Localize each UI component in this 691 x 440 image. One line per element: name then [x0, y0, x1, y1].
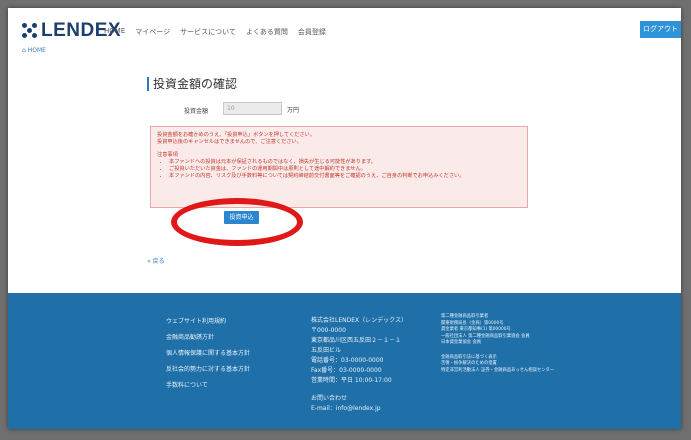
- footer-link-terms[interactable]: ウェブサイト利用規約: [166, 316, 250, 327]
- logout-button[interactable]: ログアウト: [640, 21, 681, 38]
- warning-alert: 投資金額をお確かめのうえ、「投資申込」ボタンを押してください。 投資申込後のキャ…: [150, 126, 528, 208]
- alert-notes-title: 注意事項: [157, 152, 178, 158]
- company-fax: Fax番号：03-0000-0000: [311, 367, 382, 374]
- amount-unit: 万円: [287, 107, 300, 114]
- contact-title: お問い合わせ: [311, 395, 348, 402]
- company-building: 五反田ビル: [311, 347, 342, 354]
- breadcrumb[interactable]: ⌂ HOME: [22, 47, 46, 54]
- alert-note: 本ファンドへの投資は元本が保証されるものではなく、損失が生じる可能性があります。: [169, 159, 521, 166]
- site-header: LENDEX HOME マイページ サービスについて よくある質問 会員登録 ロ…: [8, 8, 681, 50]
- company-postal: 〒000-0000: [311, 327, 346, 334]
- alert-note: ご投資いただいた資金は、ファンドの運用期間中は原則として途中解約できません。: [169, 166, 521, 173]
- footer-links: ウェブサイト利用規約 金融商品勧誘方針 個人情報保護に関する基本方針 反社会的勢…: [166, 316, 250, 396]
- contact-email[interactable]: E-mail：info@lendex.jp: [311, 404, 407, 414]
- breadcrumb-home[interactable]: HOME: [28, 47, 46, 54]
- nav-home[interactable]: HOME: [104, 27, 125, 37]
- alert-notes-list: 本ファンドへの投資は元本が保証されるものではなく、損失が生じる可能性があります。…: [157, 159, 521, 180]
- main-nav: HOME マイページ サービスについて よくある質問 会員登録: [104, 27, 326, 37]
- registration-line: 特定非営利活動法人 証券・金融商品あっせん相談センター: [441, 367, 555, 373]
- company-hours: 営業時間：平日 10:00-17:00: [311, 377, 392, 384]
- nav-faq[interactable]: よくある質問: [246, 27, 288, 37]
- site-footer: ウェブサイト利用規約 金融商品勧誘方針 個人情報保護に関する基本方針 反社会的勢…: [8, 293, 681, 429]
- nav-mypage[interactable]: マイページ: [135, 27, 170, 37]
- alert-note: 本ファンドの内容、リスク及び手数料等については契約締結前交付書面等をご確認のうえ…: [169, 173, 521, 180]
- footer-link-privacy[interactable]: 個人情報保護に関する基本方針: [166, 348, 250, 359]
- logo-mark-icon: [22, 23, 38, 39]
- company-name: 株式会社LENDEX（レンデックス）: [311, 317, 407, 324]
- footer-link-fees[interactable]: 手数料について: [166, 380, 250, 391]
- back-link[interactable]: « 戻る: [147, 256, 165, 265]
- amount-field[interactable]: [223, 102, 282, 115]
- company-address: 東京都品川区西五反田２－１－１: [311, 337, 402, 344]
- alert-line-2: 投資申込後のキャンセルはできませんので、ご注意ください。: [157, 139, 302, 145]
- footer-link-solicitation[interactable]: 金融商品勧誘方針: [166, 332, 250, 343]
- company-phone: 電話番号：03-0000-0000: [311, 357, 384, 364]
- nav-service[interactable]: サービスについて: [180, 27, 236, 37]
- footer-link-antisocial[interactable]: 反社会的勢力に対する基本方針: [166, 364, 250, 375]
- browser-frame: LENDEX HOME マイページ サービスについて よくある質問 会員登録 ロ…: [8, 8, 681, 429]
- amount-label: 投資金額: [184, 108, 209, 115]
- back-link-label[interactable]: 戻る: [153, 258, 165, 265]
- footer-registration: 第二種金融商品取引業者 関東財務局長（金商）第0000号 貸金業者 東京都知事(…: [441, 314, 554, 374]
- alert-line-1: 投資金額をお確かめのうえ、「投資申込」ボタンを押してください。: [157, 132, 315, 138]
- invest-submit-button[interactable]: 投資申込: [224, 211, 259, 224]
- page-title: 投資金額の確認: [147, 77, 237, 91]
- footer-company-info: 株式会社LENDEX（レンデックス） 〒000-0000 東京都品川区西五反田２…: [311, 316, 407, 414]
- nav-register[interactable]: 会員登録: [298, 27, 326, 37]
